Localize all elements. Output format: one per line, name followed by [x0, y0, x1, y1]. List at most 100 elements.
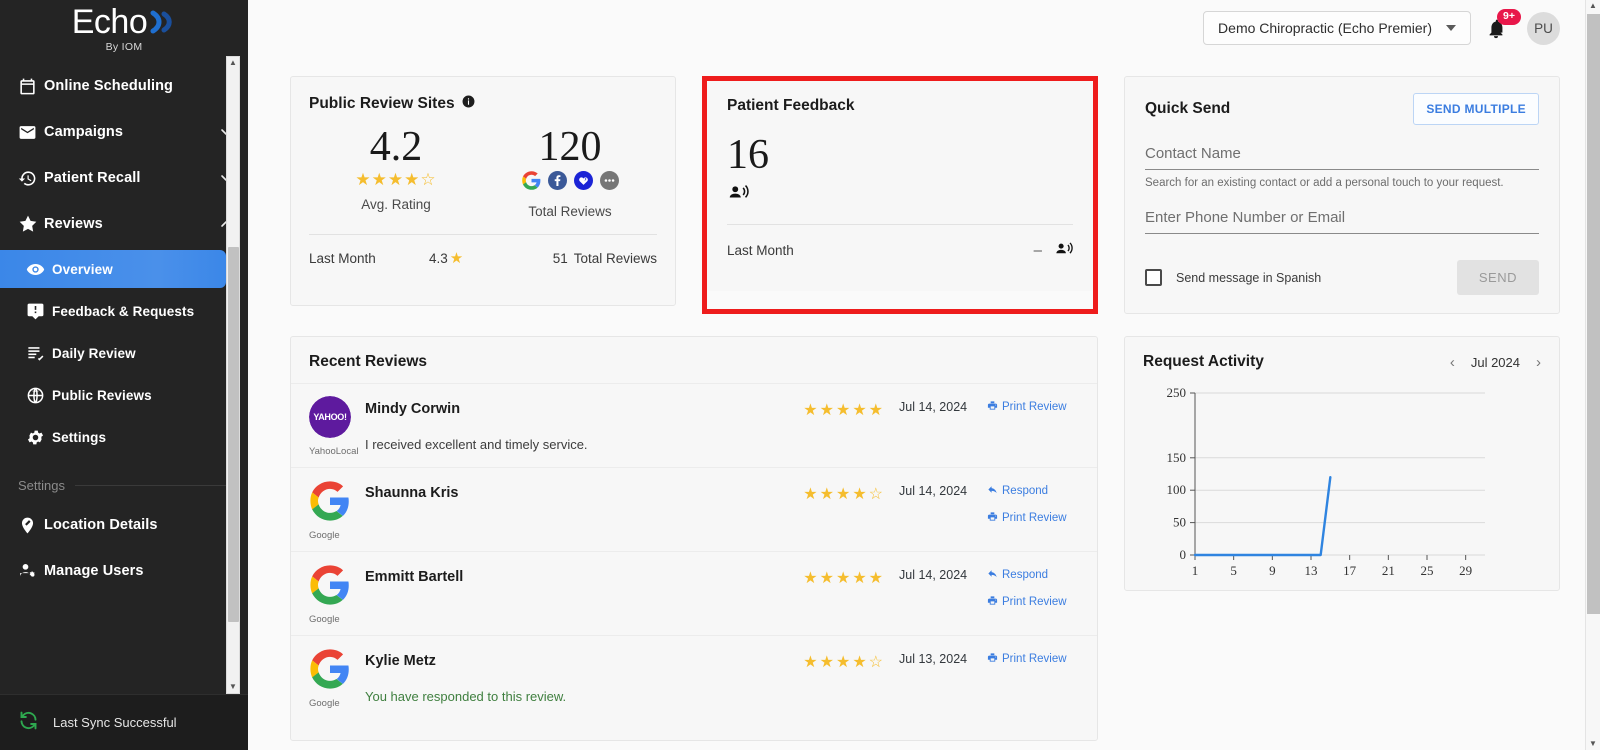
review-text: You have responded to this review.	[365, 689, 567, 704]
sidebar-item-overview[interactable]: Overview	[0, 250, 226, 288]
sidebar-scrollbar[interactable]: ▲ ▼	[226, 56, 240, 694]
contact-name-input[interactable]	[1145, 143, 1539, 170]
brand-name: Echo	[71, 3, 148, 41]
sidebar-item-settings[interactable]: Settings	[0, 418, 248, 456]
review-actions: Respond Print Review	[987, 484, 1079, 525]
spanish-checkbox-row[interactable]: Send message in Spanish	[1145, 269, 1321, 286]
chevron-down-icon	[1446, 25, 1456, 31]
public-review-sites-card: Public Review Sites 4.2 ★★★★☆ Avg. Ratin…	[290, 76, 676, 306]
review-rating-stars: ★★★★☆	[803, 654, 885, 671]
respond-link[interactable]: Respond	[987, 484, 1048, 498]
google-icon	[309, 480, 351, 522]
sync-icon	[18, 710, 39, 736]
scroll-up-icon[interactable]: ▲	[1589, 2, 1597, 10]
patient-feedback-title: Patient Feedback	[727, 97, 855, 114]
table-row[interactable]: Google Kylie Metz You have responded to th…	[291, 635, 1097, 719]
brand-logo[interactable]: Echo By IOM	[0, 0, 248, 56]
table-row[interactable]: Google Emmitt Bartell ★★★★★ Jul 14, 2024 Res…	[291, 551, 1097, 635]
last-month-rating: 4.3 ★	[429, 249, 539, 267]
print-review-link[interactable]: Print Review	[987, 400, 1067, 414]
avg-rating-stars: ★★★★☆	[355, 170, 437, 190]
scroll-up-icon[interactable]: ▲	[229, 57, 237, 69]
contact-name-field: Search for an existing contact or add a …	[1145, 143, 1539, 189]
scroll-down-icon[interactable]: ▼	[1589, 740, 1597, 748]
review-actions: Print Review	[987, 652, 1079, 666]
location-selector-label: Demo Chiropractic (Echo Premier)	[1218, 20, 1432, 36]
public-review-sites-footer: Last Month 4.3 ★ 51 Total Reviews	[309, 234, 657, 267]
recent-reviews-card: Recent Reviews YAHOO! YahooLocal Mindy Cor…	[290, 336, 1098, 741]
scrollbar-thumb[interactable]	[1587, 14, 1600, 614]
total-reviews-label: Total Reviews	[528, 204, 612, 220]
review-rating-stars: ★★★★☆	[803, 486, 885, 503]
dashboard-content: Public Review Sites 4.2 ★★★★☆ Avg. Ratin…	[248, 56, 1600, 741]
spanish-checkbox[interactable]	[1145, 269, 1162, 286]
more-icon[interactable]	[599, 171, 619, 195]
send-button[interactable]: SEND	[1456, 260, 1539, 295]
review-source: Google	[309, 648, 365, 709]
scroll-down-icon[interactable]: ▼	[229, 681, 237, 693]
quick-send-title: Quick Send	[1145, 100, 1231, 117]
reviewer-name: Kylie Metz	[365, 653, 436, 669]
sidebar-item-public-reviews[interactable]: Public Reviews	[0, 376, 248, 414]
svg-text:5: 5	[1230, 563, 1237, 578]
print-review-link[interactable]: Print Review	[987, 511, 1067, 525]
sidebar-item-location-details[interactable]: Location Details	[0, 505, 248, 545]
table-row[interactable]: YAHOO! YahooLocal Mindy Corwin I received e…	[291, 383, 1097, 467]
print-review-link[interactable]: Print Review	[987, 652, 1067, 666]
info-icon[interactable]	[462, 95, 475, 113]
notifications-button[interactable]: 9+	[1485, 9, 1521, 43]
print-review-link[interactable]: Print Review	[987, 595, 1067, 609]
review-actions: Print Review	[987, 400, 1079, 414]
sidebar-item-campaigns[interactable]: Campaigns	[0, 112, 248, 152]
svg-text:150: 150	[1167, 450, 1187, 465]
request-activity-chart: 0 50 100 150 250 1 5 9 13 17 21 25 29	[1143, 385, 1541, 590]
quick-send-card: Quick Send SEND MULTIPLE Search for an e…	[1124, 76, 1560, 314]
google-icon	[521, 171, 541, 195]
location-selector[interactable]: Demo Chiropractic (Echo Premier)	[1203, 11, 1471, 45]
respond-link[interactable]: Respond	[987, 568, 1048, 582]
sidebar-item-label: Reviews	[44, 216, 103, 232]
sidebar-item-patient-recall[interactable]: Patient Recall	[0, 158, 248, 198]
send-multiple-button[interactable]: SEND MULTIPLE	[1413, 93, 1539, 125]
sidebar-item-label: Settings	[52, 429, 107, 445]
sidebar-section-settings: Settings	[0, 466, 248, 499]
sidebar-item-manage-users[interactable]: Manage Users	[0, 551, 248, 591]
svg-text:9: 9	[1269, 563, 1276, 578]
voice-over-icon	[727, 181, 1073, 208]
last-month-total: 51 Total Reviews	[539, 251, 657, 266]
review-source: YAHOO! YahooLocal	[309, 396, 365, 457]
svg-text:25: 25	[1421, 563, 1434, 578]
page-scrollbar[interactable]: ▲ ▼	[1585, 0, 1600, 750]
globe-icon	[26, 386, 52, 405]
recent-reviews-title: Recent Reviews	[309, 353, 428, 370]
review-source: Google	[309, 480, 365, 541]
last-month-value: –	[1033, 241, 1042, 259]
svg-text:1: 1	[1192, 563, 1199, 578]
scrollbar-thumb[interactable]	[228, 247, 239, 622]
recent-reviews-list: YAHOO! YahooLocal Mindy Corwin I received e…	[291, 383, 1097, 719]
printer-icon	[987, 511, 998, 525]
table-row[interactable]: Google Shaunna Kris ★★★★☆ Jul 14, 2024 Respo…	[291, 467, 1097, 551]
feedback-icon	[26, 302, 52, 321]
review-date: Jul 14, 2024	[899, 484, 968, 498]
star-icon	[18, 214, 44, 234]
sidebar-item-label: Patient Recall	[44, 170, 141, 186]
svg-text:0: 0	[1180, 547, 1187, 562]
review-date: Jul 14, 2024	[899, 400, 968, 414]
brand-tagline: By IOM	[105, 41, 143, 53]
phone-email-input[interactable]	[1145, 207, 1539, 234]
sidebar-item-feedback-requests[interactable]: Feedback & Requests	[0, 292, 248, 330]
sidebar-item-label: Feedback & Requests	[52, 303, 195, 319]
next-month-button[interactable]: ›	[1536, 355, 1541, 370]
review-date: Jul 13, 2024	[899, 652, 968, 666]
main-area: Demo Chiropractic (Echo Premier) 9+ PU P…	[248, 0, 1600, 750]
prev-month-button[interactable]: ‹	[1450, 355, 1455, 370]
printer-icon	[987, 595, 998, 609]
review-date: Jul 14, 2024	[899, 568, 968, 582]
request-activity-title: Request Activity	[1143, 353, 1264, 370]
review-rating-stars: ★★★★★	[803, 402, 885, 419]
sidebar-item-reviews[interactable]: Reviews	[0, 204, 248, 244]
sidebar-item-online-scheduling[interactable]: Online Scheduling	[0, 66, 248, 106]
avatar[interactable]: PU	[1527, 11, 1560, 45]
sidebar-item-daily-review[interactable]: Daily Review	[0, 334, 248, 372]
